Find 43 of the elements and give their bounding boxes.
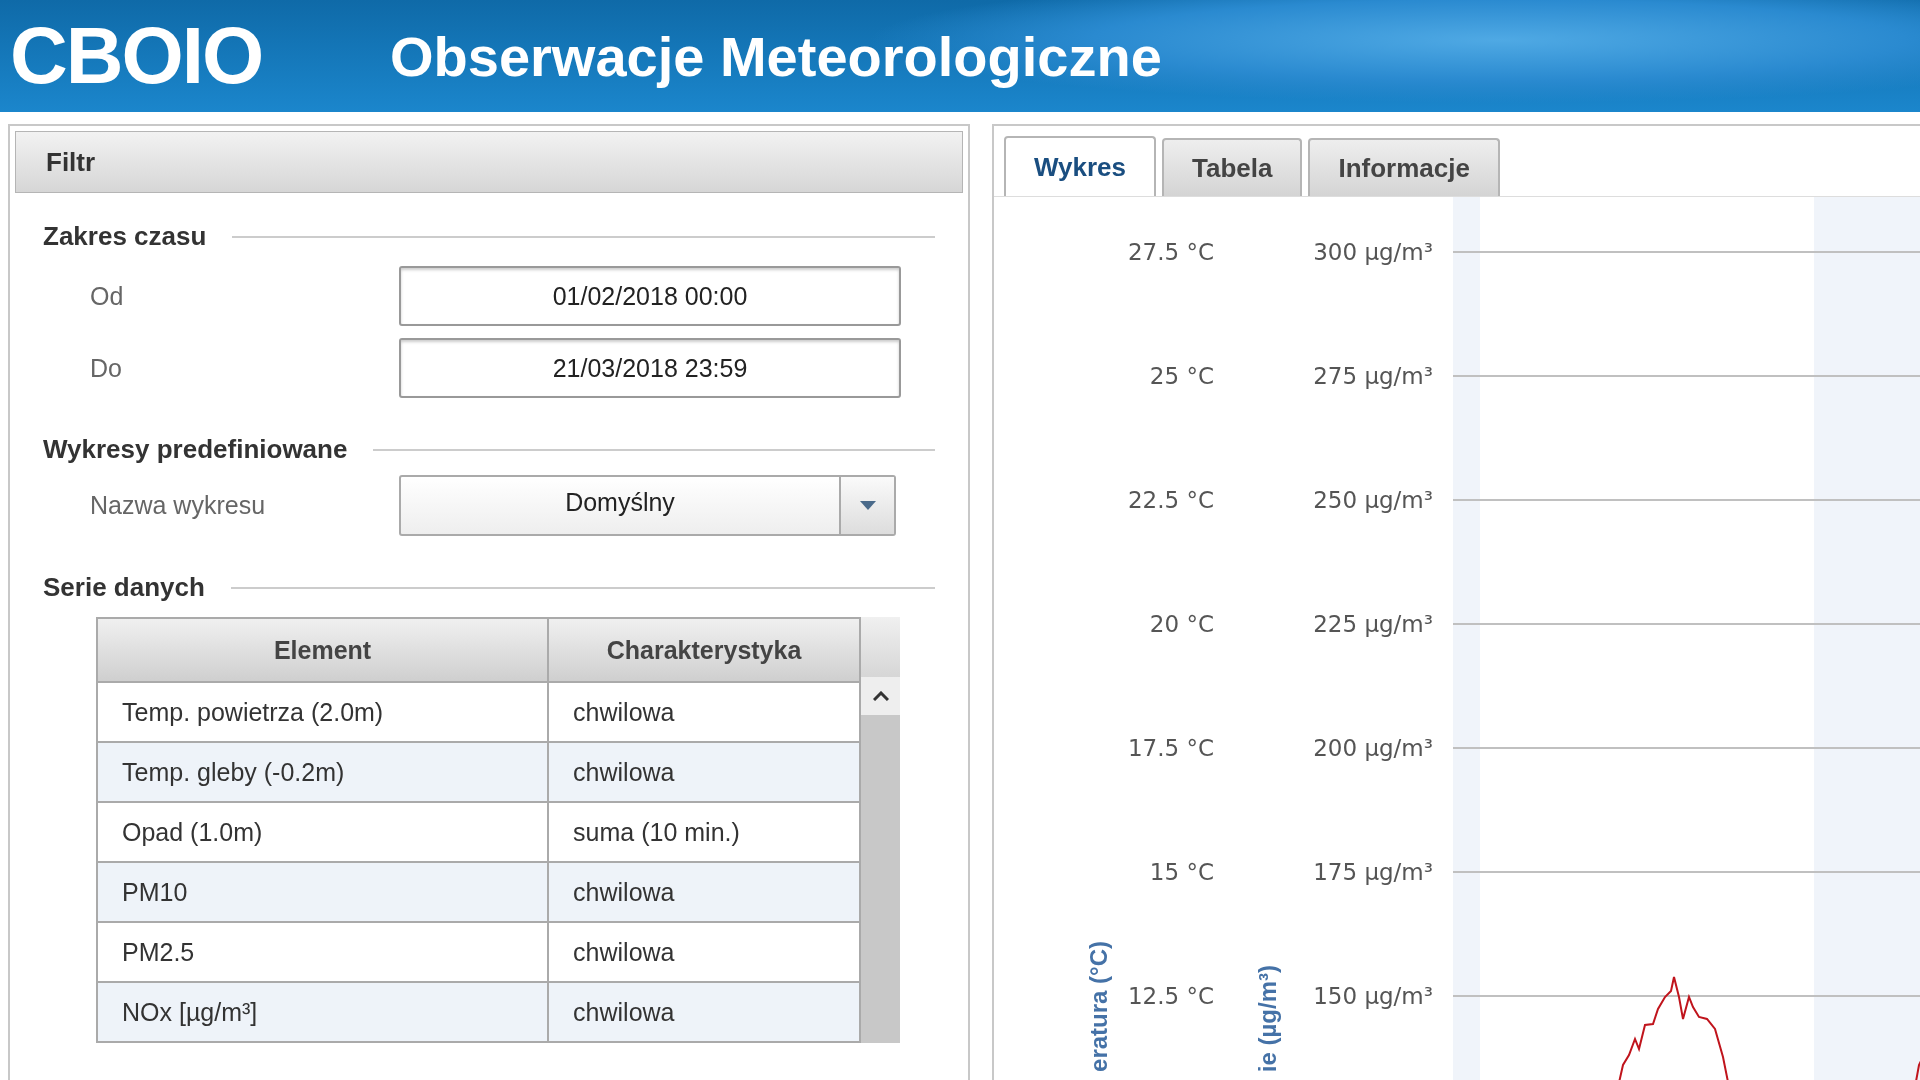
page-title: Obserwacje Meteorologiczne xyxy=(390,23,1162,89)
axis-tick-label: 17.5 °C xyxy=(1127,734,1214,763)
scrollbar[interactable] xyxy=(861,715,900,1043)
table-cell: PM10 xyxy=(97,862,549,922)
table-cell: chwilowa xyxy=(548,742,860,802)
field-label: Nazwa wykresu xyxy=(89,491,267,520)
column-header[interactable]: Charakterystyka xyxy=(548,618,860,682)
tab[interactable]: Tabela xyxy=(1162,138,1303,196)
date-field[interactable]: 21/03/2018 23:59 xyxy=(399,338,901,398)
date-field[interactable]: 01/02/2018 00:00 xyxy=(399,266,901,326)
axis-tick-label: 175 µg/m³ xyxy=(1313,858,1433,887)
axis-tick-label: 250 µg/m³ xyxy=(1313,486,1433,515)
scroll-up-icon[interactable] xyxy=(872,691,889,701)
field-label: Od xyxy=(89,281,125,311)
table-cell: chwilowa xyxy=(548,982,860,1042)
axis-tick-label: 225 µg/m³ xyxy=(1313,610,1433,639)
axis-title: ie (µg/m³) xyxy=(1254,964,1282,1072)
axis-tick-label: 27.5 °C xyxy=(1127,238,1214,267)
chart-dropdown[interactable]: Domyślny xyxy=(399,475,896,536)
section-title: Wykresy predefiniowane xyxy=(43,434,348,465)
axis-tick-label: 15 °C xyxy=(1149,858,1214,887)
tab[interactable]: Wykres xyxy=(1004,136,1157,196)
field-label: Do xyxy=(89,353,123,383)
axis-tick-label: 12.5 °C xyxy=(1127,982,1214,1011)
axis-title: eratura (°C) xyxy=(1085,941,1113,1072)
column-header[interactable]: Element xyxy=(97,618,549,682)
axis-tick-label: 300 µg/m³ xyxy=(1313,238,1433,267)
axis-tick-label: 22.5 °C xyxy=(1127,486,1214,515)
logo: CBOIO xyxy=(10,10,264,102)
axis-tick-label: 200 µg/m³ xyxy=(1313,734,1433,763)
axis-tick-label: 25 °C xyxy=(1149,362,1214,391)
tab[interactable]: Informacje xyxy=(1308,138,1500,196)
panel-header[interactable]: Filtr xyxy=(15,131,963,193)
axis-tick-label: 20 °C xyxy=(1149,610,1214,639)
table-cell: Temp. gleby (-0.2m) xyxy=(97,742,549,802)
scrollbar-header xyxy=(861,617,900,677)
table-cell: chwilowa xyxy=(548,862,860,922)
caret-icon xyxy=(859,501,876,510)
axis-tick-label: 150 µg/m³ xyxy=(1313,982,1433,1011)
table-cell: NOx [µg/m³] xyxy=(97,982,549,1042)
axis-tick-label: 275 µg/m³ xyxy=(1313,362,1433,391)
section-title: Zakres czasu xyxy=(43,221,207,252)
section-title: Serie danych xyxy=(43,572,205,603)
